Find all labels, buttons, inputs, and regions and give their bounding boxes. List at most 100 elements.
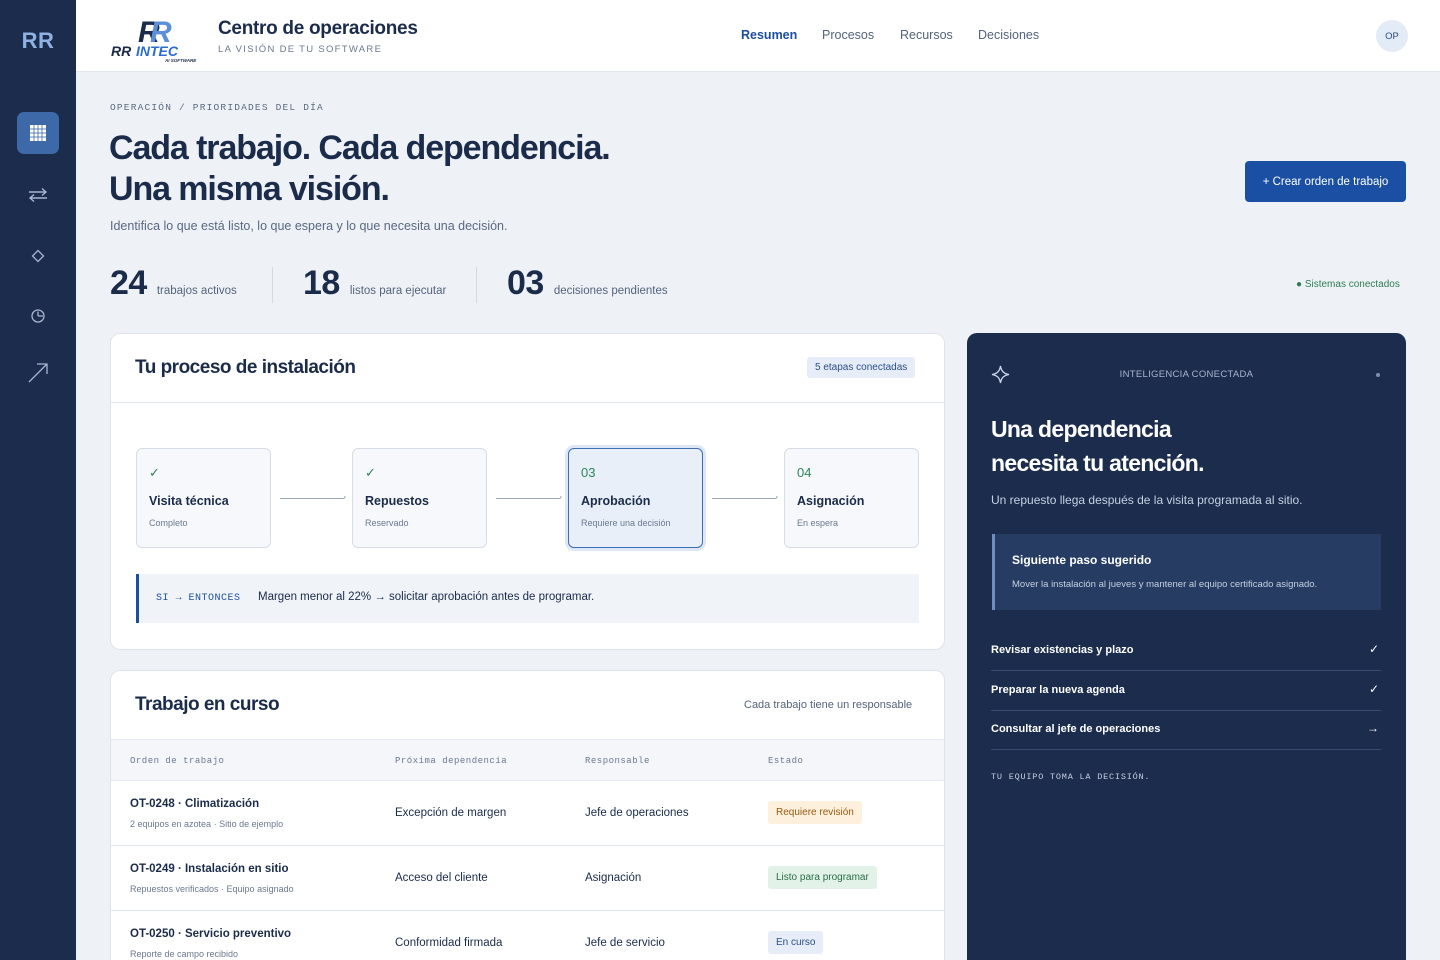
page-title-line-1: Cada trabajo. Cada dependencia. — [109, 129, 611, 167]
nav-decisiones-wrap: Decisiones — [978, 28, 1039, 42]
top-header: R R RR INTEC AI SOFTWARE Centro de opera… — [76, 0, 1440, 72]
process-step-aprobacion[interactable]: 03 Aprobación Requiere una decisión — [568, 448, 703, 548]
status-badge: Requiere revisión — [768, 801, 862, 824]
clock-icon — [31, 309, 45, 323]
svg-text:AI SOFTWARE: AI SOFTWARE — [164, 58, 197, 62]
rail-item-processes[interactable] — [17, 174, 59, 216]
step-status: Requiere una decisión — [581, 518, 671, 528]
rail-item-history[interactable] — [17, 295, 59, 337]
check-icon: ✓ — [365, 465, 376, 480]
systems-status: ● Sistemas conectados — [1296, 279, 1400, 290]
task-item[interactable]: Consultar al jefe de operaciones → — [991, 710, 1381, 750]
next-dependency: Excepción de margen — [395, 807, 507, 819]
rule-tag: SI → ENTONCES — [156, 593, 241, 604]
order-title: OT-0249 · Instalación en sitio — [130, 863, 289, 875]
task-item[interactable]: Preparar la nueva agenda ✓ — [991, 671, 1381, 711]
rule-text: Margen menor al 22% → solicitar aprobaci… — [258, 591, 595, 603]
step-name: Asignación — [797, 494, 865, 508]
task-label: Consultar al jefe de operaciones — [991, 723, 1161, 735]
task-item[interactable]: Revisar existencias y plazo ✓ — [991, 631, 1381, 671]
table-row[interactable]: OT-0248 · Climatización 2 equipos en azo… — [111, 781, 944, 846]
process-step-asignacion[interactable]: 04 Asignación En espera — [784, 448, 919, 548]
process-title: Tu proceso de instalación — [135, 357, 356, 378]
rail-item-trends[interactable] — [17, 352, 59, 394]
work-note: Cada trabajo tiene un responsable — [744, 699, 913, 711]
page-subtitle: Identifica lo que está listo, lo que esp… — [110, 219, 508, 233]
rail-item-overview[interactable] — [17, 112, 59, 154]
order-detail: Reporte de campo recibido — [130, 949, 239, 959]
diamond-icon — [31, 249, 45, 263]
step-status: Reservado — [365, 518, 409, 528]
suggested-step-description: Mover la instalación al jueves y mantene… — [1012, 579, 1318, 590]
panel-kicker: INTELIGENCIA CONECTADA — [1119, 369, 1254, 380]
order-title: OT-0248 · Climatización — [130, 798, 260, 810]
task-label: Preparar la nueva agenda — [991, 684, 1125, 696]
order-detail: Repuestos verificados · Equipo asignado — [130, 884, 294, 894]
app-subtitle: LA VISIÓN DE TU SOFTWARE — [218, 44, 383, 55]
suggested-step: Siguiente paso sugerido Mover la instala… — [992, 534, 1381, 610]
table-row[interactable]: OT-0249 · Instalación en sitio Repuestos… — [111, 846, 944, 911]
nav-tab-procesos[interactable]: Procesos — [822, 28, 874, 42]
status-badge: Listo para programar — [768, 866, 877, 889]
task-label: Revisar existencias y plazo — [991, 644, 1134, 656]
connector-line — [280, 495, 346, 499]
trend-arrow-icon — [28, 363, 48, 383]
column-header: Estado — [768, 756, 804, 766]
stat-divider — [272, 267, 273, 303]
nav-tab-recursos[interactable]: Recursos — [900, 28, 953, 42]
check-icon: ✓ — [149, 465, 160, 480]
stat-label: decisiones pendientes — [553, 285, 668, 297]
panel-subtitle: Un repuesto llega después de la visita p… — [991, 493, 1303, 507]
column-header: Próxima dependencia — [395, 756, 508, 766]
divider — [111, 402, 944, 403]
process-step-repuestos[interactable]: ✓ Repuestos Reservado — [352, 448, 487, 548]
nav-recursos-wrap: Recursos — [900, 28, 953, 42]
process-card: Tu proceso de instalación 5 etapas conec… — [110, 333, 945, 650]
svg-text:RR: RR — [111, 43, 132, 59]
rail-item-decisions[interactable] — [17, 235, 59, 277]
stat-value: 18 — [303, 264, 340, 302]
owner: Asignación — [585, 872, 642, 884]
nav-tab-resumen[interactable]: Resumen — [741, 28, 797, 42]
rule-callout: SI → ENTONCES Margen menor al 22% → soli… — [136, 574, 919, 623]
stat-active-jobs: 24 trabajos activos — [110, 264, 237, 303]
column-header: Responsable — [585, 756, 650, 766]
panel-footer: TU EQUIPO TOMA LA DECISIÓN. — [991, 772, 1151, 782]
arrow-right-icon: → — [1367, 721, 1379, 735]
status-badge: En curso — [768, 931, 824, 954]
suggested-step-title: Siguiente paso sugerido — [1012, 553, 1152, 567]
owner: Jefe de operaciones — [585, 807, 689, 819]
stat-value: 24 — [110, 264, 147, 302]
stat-value: 03 — [507, 264, 544, 302]
step-number: 04 — [797, 465, 812, 480]
step-name: Repuestos — [365, 494, 429, 508]
step-status: Completo — [149, 518, 188, 528]
left-rail: RR — [0, 0, 76, 960]
intelligence-panel: INTELIGENCIA CONECTADA Una dependencia n… — [967, 333, 1406, 960]
company-logo: R R RR INTEC AI SOFTWARE — [111, 16, 197, 62]
check-icon: ✓ — [1368, 682, 1379, 696]
work-title: Trabajo en curso — [135, 694, 280, 715]
grid-icon — [30, 125, 46, 141]
column-header: Orden de trabajo — [130, 756, 225, 766]
owner: Jefe de servicio — [585, 937, 665, 949]
table-row[interactable]: OT-0250 · Servicio preventivo Reporte de… — [111, 911, 944, 960]
process-step-visita[interactable]: ✓ Visita técnica Completo — [136, 448, 271, 548]
rail-logo: RR — [21, 28, 55, 53]
app-title: Centro de operaciones — [218, 18, 418, 39]
order-title: OT-0250 · Servicio preventivo — [130, 928, 292, 940]
stat-ready-jobs: 18 listos para ejecutar — [303, 264, 446, 303]
stat-pending-decisions: 03 decisiones pendientes — [507, 264, 668, 303]
nav-tab-decisiones[interactable]: Decisiones — [978, 28, 1039, 42]
panel-title-line-2: necesita tu atención. — [991, 450, 1205, 476]
step-number: 03 — [581, 465, 596, 480]
nav-resumen-wrap: Resumen — [741, 28, 797, 42]
breadcrumb: OPERACIÓN / PRIORIDADES DEL DÍA — [110, 102, 324, 113]
user-avatar[interactable]: OP — [1376, 20, 1408, 52]
panel-title-line-1: Una dependencia — [991, 416, 1172, 442]
next-dependency: Conformidad firmada — [395, 937, 503, 949]
create-work-order-button[interactable]: + Crear orden de trabajo — [1245, 161, 1406, 202]
swap-arrows-icon — [28, 187, 48, 203]
order-detail: 2 equipos en azotea · Sitio de ejemplo — [130, 819, 284, 829]
connector-line — [496, 495, 562, 499]
